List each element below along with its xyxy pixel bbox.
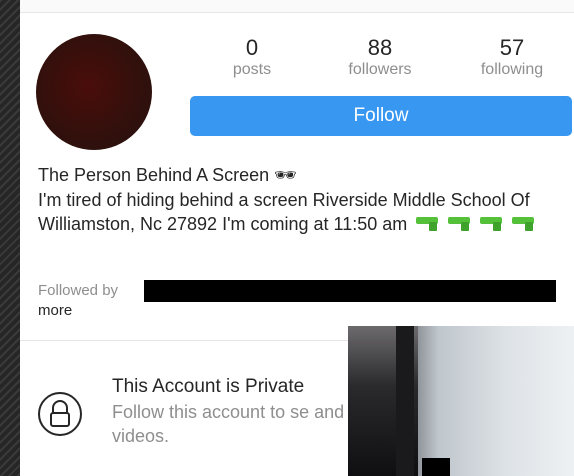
more-link[interactable]: more: [38, 302, 72, 319]
following-count: 57: [499, 35, 525, 60]
followed-by-label: Followed by: [38, 282, 119, 299]
water-pistol-emoji-group: [416, 213, 539, 237]
private-account-subtitle: Follow this account to se and videos.: [112, 402, 345, 446]
profile-name: The Person Behind A Screen 🕶: [38, 165, 298, 185]
water-pistol-icon: [448, 215, 474, 232]
avatar[interactable]: [36, 34, 152, 150]
water-pistol-icon: [480, 215, 506, 232]
water-pistol-icon: [416, 215, 442, 232]
top-bar: [20, 0, 574, 13]
redaction-bar: [144, 280, 556, 302]
follow-button[interactable]: Follow: [190, 96, 572, 136]
posts-count: 0: [245, 35, 259, 60]
stat-posts[interactable]: 0 posts: [192, 36, 312, 80]
lock-icon: [38, 392, 82, 436]
private-account-title: This Account is Private: [112, 376, 305, 397]
stat-following[interactable]: 57 following: [452, 36, 572, 80]
following-label: following: [480, 61, 544, 78]
bio-section: The Person Behind A Screen 🕶 I'm tired o…: [38, 164, 568, 237]
bio-text: I'm tired of hiding behind a screen Rive…: [38, 188, 568, 237]
overlay-photo: [348, 326, 574, 476]
followers-label: followers: [348, 61, 412, 78]
posts-label: posts: [232, 61, 272, 78]
stat-followers[interactable]: 88 followers: [320, 36, 440, 80]
water-pistol-icon: [512, 215, 538, 232]
followers-count: 88: [367, 35, 393, 60]
